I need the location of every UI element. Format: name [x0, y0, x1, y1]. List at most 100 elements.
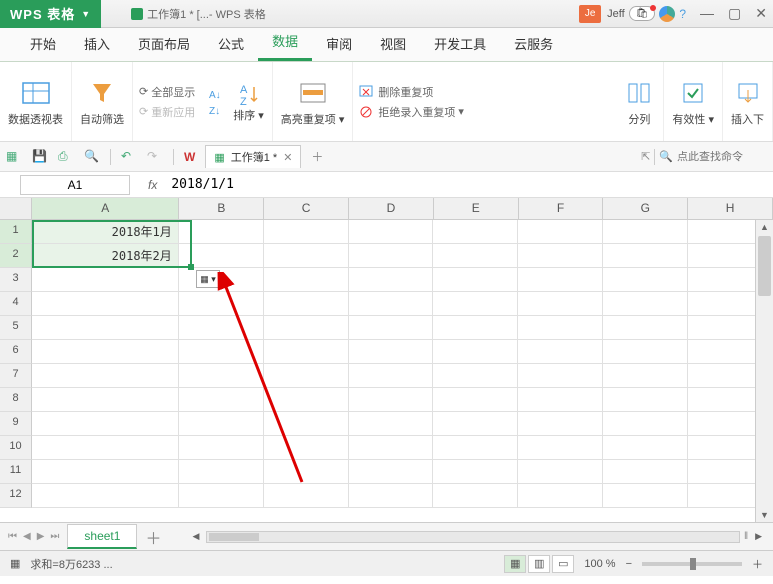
view-break-button[interactable]: ▭ [552, 555, 574, 573]
sheet-nav-first-icon[interactable]: ⏮ [8, 531, 17, 542]
autofill-options-button[interactable]: ▦ ▾ [196, 270, 220, 288]
cell[interactable] [518, 388, 603, 412]
user-avatar[interactable]: Je [579, 5, 601, 23]
remove-dup-button[interactable]: 删除重复项 [359, 84, 464, 100]
scroll-right-icon[interactable]: ▶ [752, 531, 765, 542]
cell[interactable] [32, 340, 179, 364]
cell[interactable] [433, 268, 518, 292]
formula-bar[interactable] [165, 175, 773, 194]
cell[interactable] [349, 220, 434, 244]
cell[interactable] [32, 484, 179, 508]
highlight-dup-button[interactable]: 高亮重复项 ▾ [273, 62, 354, 141]
tab-start[interactable]: 开始 [16, 26, 70, 61]
row-header[interactable]: 8 [0, 388, 32, 412]
cell[interactable] [433, 364, 518, 388]
cell[interactable] [179, 412, 264, 436]
redo-icon[interactable]: ↷ [147, 149, 163, 165]
row-header[interactable]: 7 [0, 364, 32, 388]
maximize-button[interactable]: ▢ [728, 5, 741, 22]
help-icon[interactable]: ? [679, 7, 686, 21]
cell[interactable] [32, 292, 179, 316]
doc-tab-close-icon[interactable]: ✕ [283, 151, 292, 164]
col-header[interactable]: A [32, 198, 179, 220]
col-header[interactable]: C [264, 198, 349, 220]
add-sheet-button[interactable]: ＋ [145, 525, 161, 549]
cell[interactable] [433, 220, 518, 244]
sheet-tab[interactable]: sheet1 [67, 524, 137, 549]
cell[interactable] [349, 484, 434, 508]
cell[interactable] [349, 244, 434, 268]
cell[interactable] [32, 268, 179, 292]
hscroll-thumb[interactable] [209, 533, 259, 541]
zoom-in-button[interactable]: ＋ [752, 556, 763, 572]
col-header[interactable]: D [349, 198, 434, 220]
tab-data[interactable]: 数据 [258, 23, 312, 61]
select-all-corner[interactable] [0, 198, 32, 220]
cell[interactable] [603, 244, 688, 268]
tab-cloud[interactable]: 云服务 [500, 26, 567, 61]
horizontal-scrollbar[interactable]: ◀ ‖ ▶ [189, 531, 765, 543]
col-header[interactable]: F [519, 198, 604, 220]
reject-dup-button[interactable]: 拒绝录入重复项 ▾ [359, 104, 464, 120]
cell[interactable] [349, 412, 434, 436]
cell[interactable] [32, 388, 179, 412]
vertical-scrollbar[interactable]: ▲ ▼ [755, 220, 773, 522]
cell[interactable] [603, 388, 688, 412]
cell[interactable] [349, 340, 434, 364]
cell[interactable] [264, 340, 349, 364]
cell[interactable] [264, 244, 349, 268]
cell[interactable] [518, 460, 603, 484]
validity-button[interactable]: 有效性 ▾ [664, 62, 723, 141]
cell[interactable] [518, 292, 603, 316]
scroll-left-icon[interactable]: ◀ [189, 531, 202, 542]
cell[interactable] [349, 364, 434, 388]
cell[interactable] [433, 460, 518, 484]
cell[interactable] [433, 388, 518, 412]
sort-asc-icon[interactable]: A↓ [209, 87, 227, 101]
text-to-columns-button[interactable]: 分列 [615, 62, 664, 141]
col-header[interactable]: E [434, 198, 519, 220]
cell[interactable] [179, 460, 264, 484]
scroll-split-icon[interactable]: ‖ [744, 531, 748, 542]
sort-button[interactable]: AZ 排序 ▾ [233, 81, 264, 123]
cell[interactable] [349, 388, 434, 412]
cell[interactable] [433, 292, 518, 316]
undo-icon[interactable]: ↶ [121, 149, 137, 165]
cell[interactable] [603, 268, 688, 292]
tab-review[interactable]: 审阅 [312, 26, 366, 61]
cell[interactable] [433, 412, 518, 436]
col-header[interactable]: H [688, 198, 773, 220]
cell[interactable] [264, 388, 349, 412]
row-header[interactable]: 12 [0, 484, 32, 508]
cell-A1[interactable]: 2018年1月 [32, 220, 179, 244]
cell[interactable] [603, 220, 688, 244]
sheet-nav-last-icon[interactable]: ⏭ [50, 531, 59, 542]
app-menu-drop-icon[interactable]: ▼ [81, 9, 91, 19]
cell[interactable] [32, 316, 179, 340]
preview-icon[interactable]: 🔍 [84, 149, 100, 165]
document-tab[interactable]: ▦ 工作簿1 * ✕ [205, 145, 301, 168]
row-header[interactable]: 11 [0, 460, 32, 484]
cell[interactable] [264, 484, 349, 508]
insert-dropdown-button[interactable]: 插入下 [723, 62, 773, 141]
tab-insert[interactable]: 插入 [70, 26, 124, 61]
cell[interactable] [179, 484, 264, 508]
cell[interactable] [518, 244, 603, 268]
shop-icon[interactable]: 🛍 [629, 6, 656, 21]
cell[interactable] [603, 340, 688, 364]
cell[interactable] [603, 436, 688, 460]
cell[interactable] [603, 316, 688, 340]
command-search-input[interactable] [677, 151, 767, 163]
cell[interactable] [179, 292, 264, 316]
cell[interactable] [349, 460, 434, 484]
cell[interactable] [349, 292, 434, 316]
cell[interactable] [179, 364, 264, 388]
cell[interactable] [433, 316, 518, 340]
app-badge[interactable]: WPS 表格 ▼ [0, 0, 101, 28]
cell[interactable] [518, 268, 603, 292]
cell[interactable] [264, 316, 349, 340]
cell[interactable] [518, 340, 603, 364]
cell-A2[interactable]: 2018年2月 [32, 244, 179, 268]
cell[interactable] [518, 484, 603, 508]
services-icon[interactable] [659, 6, 675, 22]
